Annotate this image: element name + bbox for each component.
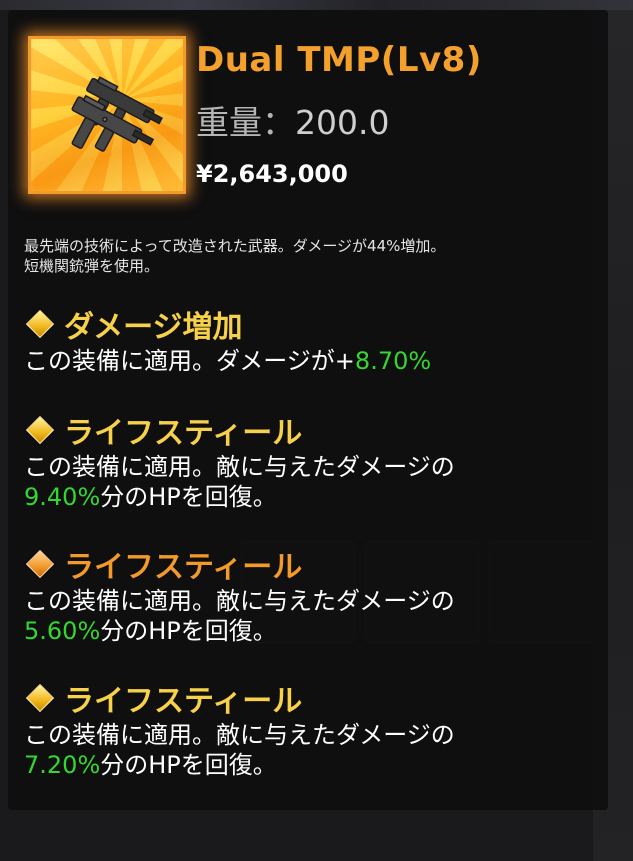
item-description: 最先端の技術によって改造された武器。ダメージが44%増加。 短機関銃弾を使用。	[24, 236, 604, 276]
effect-body: この装備に適用。敵に与えたダメージの 7.20%分のHPを回復。	[24, 720, 604, 780]
effect-value: 7.20%	[24, 751, 101, 779]
effect-title: ダメージ増加	[24, 304, 604, 345]
effect-life-steal: ライフスティール この装備に適用。敵に与えたダメージの 9.40%分のHPを回復…	[24, 410, 604, 512]
item-price: ¥2,643,000	[196, 160, 348, 188]
diamond-icon	[25, 549, 55, 579]
effect-life-steal: ライフスティール この装備に適用。敵に与えたダメージの 5.60%分のHPを回復…	[24, 544, 604, 646]
item-name: Dual TMP(Lv8)	[196, 40, 482, 80]
effect-text: この装備に適用。敵に与えたダメージの	[24, 587, 455, 615]
effect-text: この装備に適用。敵に与えたダメージの	[24, 721, 455, 749]
effect-title: ライフスティール	[24, 678, 604, 719]
diamond-icon	[25, 683, 55, 713]
description-line: 短機関銃弾を使用。	[24, 257, 160, 275]
effect-title-label: ダメージ増加	[64, 310, 243, 345]
effect-text: 分のHPを回復。	[100, 751, 277, 779]
effect-damage-increase: ダメージ増加 この装備に適用。ダメージが+8.70%	[24, 304, 604, 376]
effect-title-label: ライフスティール	[64, 416, 303, 451]
item-icon-frame	[28, 36, 186, 194]
effect-title-label: ライフスティール	[64, 684, 303, 719]
diamond-icon	[25, 415, 55, 445]
effect-value: 9.40%	[24, 483, 101, 511]
effect-life-steal: ライフスティール この装備に適用。敵に与えたダメージの 7.20%分のHPを回復…	[24, 678, 604, 780]
item-weight: 重量：200.0	[196, 96, 389, 144]
effect-title-label: ライフスティール	[64, 550, 303, 585]
effect-value: 8.70%	[354, 347, 432, 375]
effect-title: ライフスティール	[24, 544, 604, 585]
effect-text: 分のHPを回復。	[100, 617, 277, 645]
diamond-icon	[25, 309, 55, 339]
effect-text: この装備に適用。敵に与えたダメージの	[24, 453, 455, 481]
effect-body: この装備に適用。敵に与えたダメージの 5.60%分のHPを回復。	[24, 586, 604, 646]
description-line: 最先端の技術によって改造された武器。ダメージが44%増加。	[24, 237, 446, 255]
effect-value: 5.60%	[24, 617, 101, 645]
effect-text: 分のHPを回復。	[100, 483, 277, 511]
effect-title: ライフスティール	[24, 410, 604, 451]
background-hud-strip	[0, 0, 633, 10]
weight-value: 200.0	[295, 103, 390, 142]
effect-text: この装備に適用。ダメージが+	[24, 347, 355, 375]
weight-label: 重量：	[196, 103, 295, 142]
effect-body: この装備に適用。ダメージが+8.70%	[24, 346, 604, 376]
effect-body: この装備に適用。敵に与えたダメージの 9.40%分のHPを回復。	[24, 452, 604, 512]
